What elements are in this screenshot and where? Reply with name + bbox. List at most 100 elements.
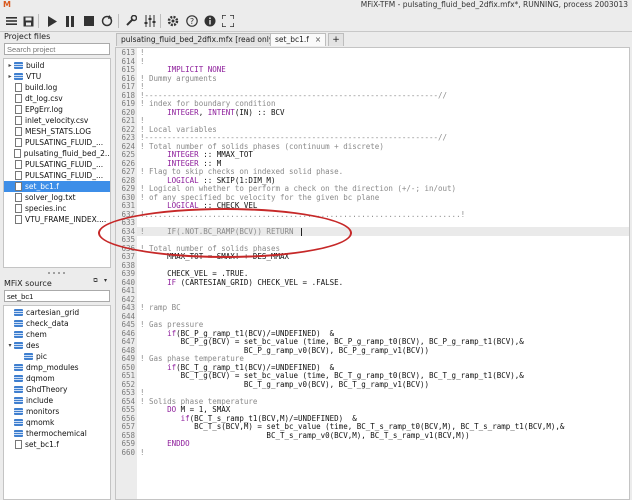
tree-item-label: build (26, 61, 45, 70)
tree-item-label: PULSATING_FLUID_... (25, 171, 104, 180)
file-icon (15, 193, 22, 202)
tree-folder[interactable]: cartesian_grid (4, 307, 110, 318)
tree-folder[interactable]: chem (4, 329, 110, 340)
tree-file[interactable]: set_bc1.f (4, 181, 110, 192)
code-line[interactable]: IF (CARTESIAN_GRID) CHECK_VEL = .FALSE. (140, 278, 343, 288)
fullscreen-icon[interactable] (221, 14, 235, 28)
toolbar-divider (118, 14, 119, 28)
toolbar-divider (160, 14, 161, 28)
window-title: MFiX-TFM - pulsating_fluid_bed_2dfix.mfx… (360, 0, 628, 9)
tree-file[interactable]: dt_log.csv (4, 93, 110, 104)
tree-item-label: cartesian_grid (26, 308, 80, 317)
file-icon (15, 204, 22, 213)
code-line[interactable]: ! ramp BC (140, 304, 181, 313)
tree-folder[interactable]: ▸ build (4, 60, 110, 71)
expand-arrow-icon[interactable]: ▸ (6, 73, 14, 80)
pause-icon[interactable] (63, 14, 77, 28)
tree-folder[interactable]: thermochemical (4, 428, 110, 439)
tree-item-label: PULSATING_FLUID_... (25, 138, 104, 147)
code-line[interactable]: BC_T_g_ramp_v0(BCV), BC_T_g_ramp_v1(BCV)… (140, 380, 429, 390)
source-search-input[interactable] (4, 290, 110, 302)
editor-area: pulsating_fluid_bed_2dfix.mfx [read only… (113, 32, 632, 500)
tree-item-label: include (26, 396, 54, 405)
collapse-icon[interactable]: ▾ (102, 277, 109, 284)
wrench-icon[interactable] (124, 14, 138, 28)
save-icon[interactable] (21, 14, 35, 28)
mfix-source-tree[interactable]: cartesian_grid check_data chem ▾ des pic dmp_m… (3, 305, 111, 500)
folder-icon (14, 386, 23, 393)
play-icon[interactable] (45, 14, 59, 28)
folder-icon (14, 62, 23, 69)
tree-folder[interactable]: dqmom (4, 373, 110, 384)
tree-file[interactable]: EPgErr.log (4, 104, 110, 115)
file-icon (15, 127, 22, 136)
file-icon (15, 94, 22, 103)
file-icon (15, 138, 22, 147)
code-line[interactable]: INTEGER, INTENT(IN) :: BCV (140, 108, 284, 118)
tree-folder[interactable]: dmp_modules (4, 362, 110, 373)
file-icon (15, 182, 22, 191)
collapse-arrow-icon[interactable]: ▾ (6, 342, 14, 349)
tree-file[interactable]: PULSATING_FLUID_... (4, 137, 110, 148)
tree-item-label: pulsating_fluid_bed_2... (23, 149, 111, 158)
close-tab-icon[interactable]: × (315, 35, 321, 44)
sliders-icon[interactable] (143, 14, 157, 28)
tree-file[interactable]: build.log (4, 82, 110, 93)
code-line[interactable]: ! (140, 448, 145, 458)
tree-file[interactable]: pulsating_fluid_bed_2... (4, 148, 111, 159)
tree-file[interactable]: set_bc1.f (4, 439, 110, 450)
tree-item-label: monitors (26, 407, 60, 416)
tree-file[interactable]: VTU_FRAME_INDEX.... (4, 214, 110, 225)
expand-arrow-icon[interactable]: ▸ (6, 62, 14, 69)
folder-icon (14, 342, 23, 349)
code-line[interactable]: ENDDO (140, 440, 190, 449)
tree-item-label: set_bc1.f (25, 182, 59, 191)
tree-folder[interactable]: ▸ VTU (4, 71, 110, 82)
tree-folder[interactable]: GhdTheory (4, 384, 110, 395)
tree-item-label: EPgErr.log (25, 105, 63, 114)
tree-file[interactable]: solver_log.txt (4, 192, 110, 203)
tab-set-bc1[interactable]: set_bc1.f × (270, 33, 327, 46)
stop-icon[interactable] (82, 14, 96, 28)
line-number-gutter: 613 614 615 616 617 618 619 620 621 622 623 624 625 6… (116, 48, 137, 499)
file-icon (15, 160, 22, 169)
tab-mfx-file[interactable]: pulsating_fluid_bed_2dfix.mfx [read only… (116, 33, 282, 46)
tree-file[interactable]: PULSATING_FLUID_... (4, 159, 110, 170)
folder-icon (14, 419, 23, 426)
info-icon[interactable] (203, 14, 217, 28)
gear-icon[interactable] (166, 14, 180, 28)
tree-folder[interactable]: include (4, 395, 110, 406)
project-files-label: Project files (4, 32, 51, 41)
folder-icon (14, 364, 23, 371)
new-tab-button[interactable]: + (328, 33, 344, 46)
toolbar-divider (38, 14, 39, 28)
tree-folder[interactable]: check_data (4, 318, 110, 329)
tab-label: set_bc1.f (275, 35, 309, 44)
tree-item-label: species.inc (25, 204, 67, 213)
file-icon (15, 215, 22, 224)
code-editor[interactable]: 613 614 615 616 617 618 619 620 621 622 623 624 625 6… (115, 47, 630, 500)
editor-tabs: pulsating_fluid_bed_2dfix.mfx [read only… (113, 32, 632, 46)
tree-file[interactable]: species.inc (4, 203, 110, 214)
project-files-tree[interactable]: ▸ build ▸ VTU build.log dt_log.csv EPgErr.log i… (3, 58, 111, 268)
tree-folder[interactable]: pic (4, 351, 110, 362)
hamburger-menu-icon[interactable] (4, 14, 18, 28)
tree-item-label: dqmom (26, 374, 55, 383)
tree-item-label: thermochemical (26, 429, 87, 438)
folder-icon (14, 331, 23, 338)
tree-file[interactable]: inlet_velocity.csv (4, 115, 110, 126)
tree-file[interactable]: PULSATING_FLUID_... (4, 170, 110, 181)
code-line[interactable]: ! Dummy arguments (140, 74, 217, 84)
tree-file[interactable]: MESH_STATS.LOG (4, 126, 110, 137)
pane-splitter[interactable] (0, 270, 113, 275)
tree-item-label: VTU_FRAME_INDEX.... (25, 215, 107, 224)
svg-text:?: ? (190, 17, 194, 26)
tree-folder[interactable]: ▾ des (4, 340, 110, 351)
help-icon[interactable]: ? (185, 14, 199, 28)
undock-icon[interactable]: ⧉ (92, 277, 99, 284)
folder-icon (14, 73, 23, 80)
reset-icon[interactable] (100, 14, 114, 28)
tree-folder[interactable]: monitors (4, 406, 110, 417)
project-search-input[interactable] (4, 43, 110, 55)
tree-folder[interactable]: qmomk (4, 417, 110, 428)
